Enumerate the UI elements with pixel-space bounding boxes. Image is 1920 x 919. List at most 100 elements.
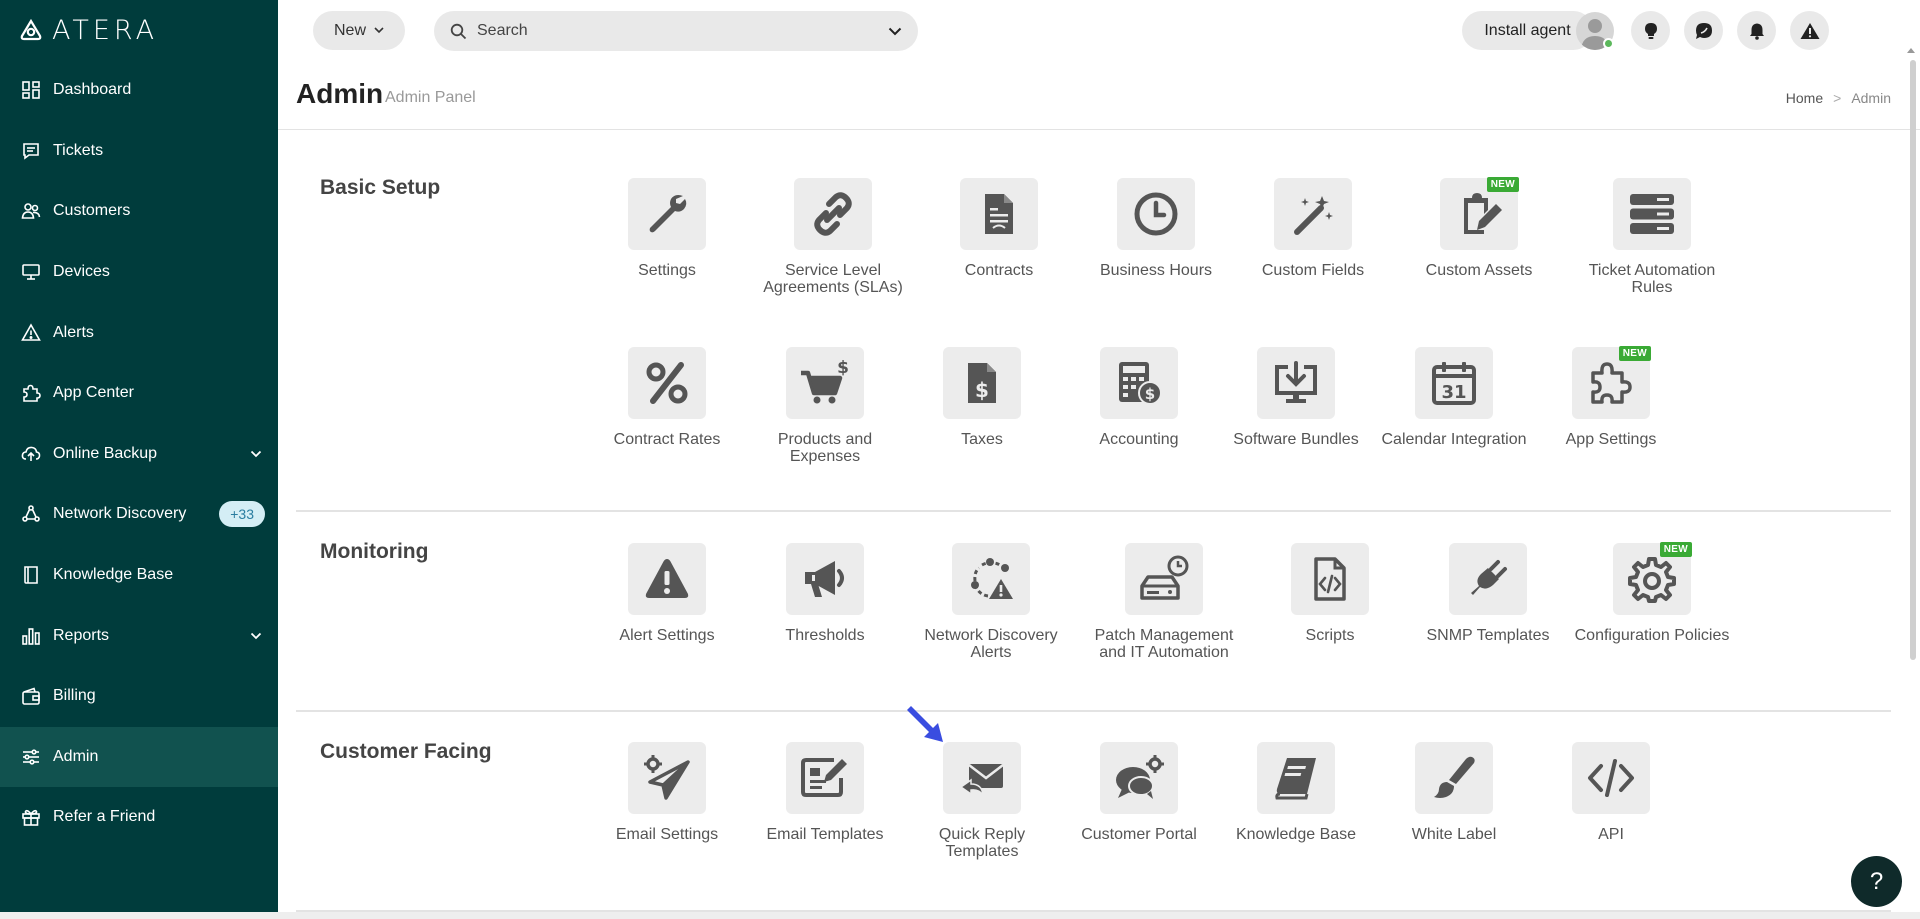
- tile-icon-box[interactable]: NEW: [1613, 542, 1692, 615]
- tile-icon-box[interactable]: $: [786, 347, 864, 419]
- section-divider: [296, 510, 1891, 512]
- tile-icon-box[interactable]: [1100, 742, 1178, 814]
- tile-icon-box[interactable]: $: [1100, 347, 1178, 419]
- search-bar[interactable]: [434, 11, 918, 51]
- tile-email-templates[interactable]: Email Templates: [745, 742, 905, 843]
- tile-products-and-expenses[interactable]: $ Products and Expenses: [745, 347, 905, 465]
- tile-quick-reply-templates[interactable]: Quick Reply Templates: [902, 742, 1062, 860]
- chevron-down-icon[interactable]: [888, 27, 902, 36]
- install-agent-button[interactable]: Install agent: [1462, 11, 1593, 50]
- sidebar-item-billing[interactable]: Billing: [0, 666, 278, 727]
- lightbulb-icon[interactable]: [1631, 11, 1670, 50]
- sidebar-item-reports[interactable]: Reports: [0, 605, 278, 666]
- tile-api[interactable]: API: [1531, 742, 1691, 843]
- tile-icon-box[interactable]: [1257, 347, 1335, 419]
- tile-icon-box[interactable]: [1613, 178, 1691, 250]
- tile-software-bundles[interactable]: Software Bundles: [1216, 347, 1376, 448]
- search-input[interactable]: [477, 22, 888, 40]
- tile-icon-box[interactable]: [628, 742, 706, 814]
- tile-icon-box[interactable]: [628, 178, 706, 250]
- code-icon: [1588, 759, 1634, 797]
- sidebar-item-refer-a-friend[interactable]: Refer a Friend: [0, 787, 278, 848]
- sidebar-item-dashboard[interactable]: Dashboard: [0, 60, 278, 121]
- tile-custom-assets[interactable]: NEW Custom Assets: [1399, 177, 1559, 279]
- chat-gear-icon: [1116, 755, 1164, 799]
- sidebar-item-app-center[interactable]: App Center: [0, 363, 278, 424]
- tile-icon-box[interactable]: [628, 347, 706, 419]
- tile-custom-fields[interactable]: Custom Fields: [1233, 178, 1393, 279]
- sidebar-item-tickets[interactable]: Tickets: [0, 121, 278, 182]
- chevron-down-icon[interactable]: [250, 445, 262, 463]
- sidebar-item-label: Refer a Friend: [53, 808, 156, 826]
- tile-app-settings[interactable]: NEW App Settings: [1531, 346, 1691, 448]
- sidebar-item-admin[interactable]: Admin: [0, 726, 278, 788]
- scroll-up-arrow-icon[interactable]: [1907, 48, 1915, 53]
- download-monitor-icon: [1275, 361, 1317, 403]
- sidebar-item-label: Network Discovery: [53, 505, 187, 523]
- sidebar-item-network-discovery[interactable]: Network Discovery +33: [0, 484, 278, 545]
- breadcrumb-home[interactable]: Home: [1786, 90, 1823, 106]
- tile-patch-management[interactable]: Patch Management and IT Automation: [1084, 543, 1244, 661]
- tile-icon-box[interactable]: [786, 742, 864, 814]
- sidebar-item-devices[interactable]: Devices: [0, 242, 278, 303]
- tile-thresholds[interactable]: Thresholds: [745, 543, 905, 644]
- dashboard-icon: [20, 79, 42, 101]
- tile-icon-box[interactable]: [1449, 543, 1527, 615]
- sidebar-item-alerts[interactable]: Alerts: [0, 302, 278, 363]
- tile-ticket-automation-rules[interactable]: Ticket Automation Rules: [1572, 178, 1732, 296]
- atera-logo[interactable]: ATERA: [18, 15, 158, 46]
- section-title-basic-setup: Basic Setup: [320, 176, 441, 199]
- arrow-pointer-icon: [907, 706, 943, 742]
- tile-icon-box[interactable]: [960, 178, 1038, 250]
- chat-icon[interactable]: [1684, 11, 1723, 50]
- tile-accounting[interactable]: $ Accounting: [1059, 347, 1219, 448]
- tile-contract-rates[interactable]: Contract Rates: [587, 347, 747, 448]
- tile-settings[interactable]: Settings: [587, 178, 747, 279]
- tile-calendar-integration[interactable]: 31 Calendar Integration: [1374, 347, 1534, 448]
- cart-dollar-icon: $: [801, 359, 849, 404]
- page-subtitle: Admin Panel: [385, 89, 476, 106]
- clipboard-edit-icon: [1464, 193, 1502, 234]
- tile-icon-box[interactable]: NEW: [1440, 177, 1519, 250]
- tile-icon-box[interactable]: [1257, 742, 1335, 814]
- tile-icon-box[interactable]: [1572, 742, 1650, 814]
- tile-icon-box[interactable]: [1274, 178, 1352, 250]
- warning-icon[interactable]: [1790, 11, 1829, 50]
- tile-icon-box[interactable]: $: [943, 347, 1021, 419]
- tile-icon-box[interactable]: [1291, 543, 1369, 615]
- tile-alert-settings[interactable]: Alert Settings: [587, 543, 747, 644]
- sidebar-item-online-backup[interactable]: Online Backup: [0, 424, 278, 485]
- tile-scripts[interactable]: Scripts: [1250, 543, 1410, 644]
- chevron-down-icon[interactable]: [250, 627, 262, 645]
- tile-customer-portal[interactable]: Customer Portal: [1059, 742, 1219, 843]
- sidebar-item-customers[interactable]: Customers: [0, 181, 278, 242]
- tile-email-settings[interactable]: Email Settings: [587, 742, 747, 843]
- tile-icon-box[interactable]: [628, 543, 706, 615]
- tile-icon-box[interactable]: [794, 178, 872, 250]
- sidebar-item-knowledge-base[interactable]: Knowledge Base: [0, 545, 278, 606]
- tile-knowledge-base[interactable]: Knowledge Base: [1216, 742, 1376, 843]
- tile-taxes[interactable]: $ Taxes: [902, 347, 1062, 448]
- help-button[interactable]: ?: [1851, 856, 1902, 907]
- bell-icon[interactable]: [1737, 11, 1776, 50]
- tile-icon-box[interactable]: [1117, 178, 1195, 250]
- tile-slas[interactable]: Service Level Agreements (SLAs): [753, 178, 913, 296]
- tile-icon-box[interactable]: [786, 543, 864, 615]
- tile-icon-box[interactable]: [1415, 742, 1493, 814]
- tile-icon-box[interactable]: [1125, 543, 1203, 615]
- tile-icon-box[interactable]: [952, 543, 1030, 615]
- tile-snmp-templates[interactable]: SNMP Templates: [1408, 543, 1568, 644]
- tile-configuration-policies[interactable]: NEW Configuration Policies: [1572, 542, 1732, 644]
- tile-icon-box[interactable]: NEW: [1572, 346, 1651, 419]
- scrollbar-thumb[interactable]: [1910, 60, 1916, 660]
- tile-business-hours[interactable]: Business Hours: [1076, 178, 1236, 279]
- new-button[interactable]: New: [313, 11, 405, 50]
- top-bar: New Install agent: [278, 0, 1920, 60]
- magic-wand-icon: [1294, 196, 1333, 235]
- tile-icon-box[interactable]: 31: [1415, 347, 1493, 419]
- tile-contracts[interactable]: Contracts: [919, 178, 1079, 279]
- tile-network-discovery-alerts[interactable]: Network Discovery Alerts: [911, 543, 1071, 661]
- sidebar-item-label: Online Backup: [53, 444, 158, 462]
- tile-white-label[interactable]: White Label: [1374, 742, 1534, 843]
- tile-icon-box[interactable]: [943, 742, 1021, 814]
